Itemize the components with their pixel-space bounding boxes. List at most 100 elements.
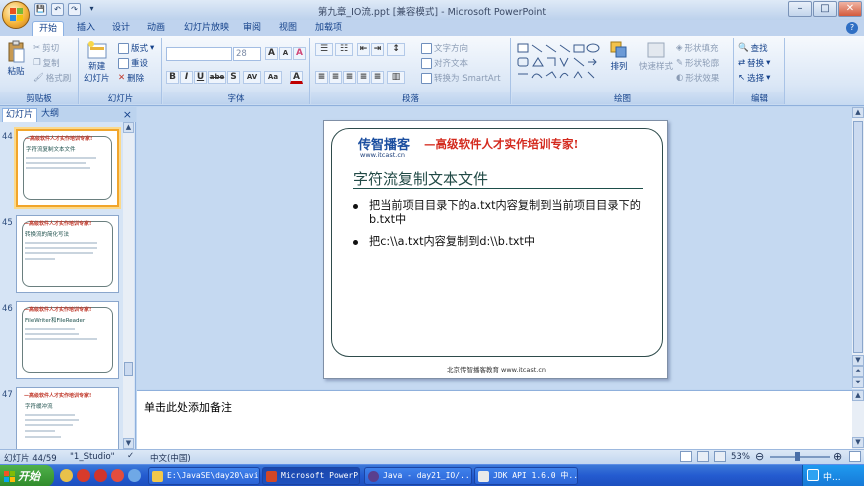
zoom-slider-thumb[interactable] bbox=[795, 452, 800, 461]
align-right-button[interactable]: ≡ bbox=[343, 71, 356, 84]
format-painter-button[interactable]: 🖌 格式刷 bbox=[33, 72, 71, 84]
notes-pane[interactable]: 单击此处添加备注 bbox=[137, 390, 852, 449]
reset-button[interactable]: 重设 bbox=[118, 57, 148, 69]
current-slide[interactable]: 传智播客 www.itcast.cn —高级软件人才实作培训专家! 字符流复制文… bbox=[323, 120, 668, 379]
font-size-combo[interactable]: 28 bbox=[233, 47, 261, 61]
scroll-up-icon[interactable]: ▲ bbox=[852, 107, 864, 118]
shape-fill-button[interactable]: ◈ 形状填充 bbox=[676, 42, 719, 54]
slide-thumbnail-45[interactable]: —高级软件人才实作培训专家! 转换流的简化写法 bbox=[16, 215, 119, 293]
normal-view-icon[interactable] bbox=[680, 451, 692, 462]
arrange-button[interactable]: 排列 bbox=[610, 41, 628, 72]
fit-to-window-icon[interactable] bbox=[849, 451, 861, 462]
taskbar-item-eclipse[interactable]: Java - day21_IO/... bbox=[364, 467, 472, 485]
underline-button[interactable]: U bbox=[194, 71, 207, 84]
scroll-down-icon[interactable]: ▼ bbox=[123, 438, 134, 449]
slide-title[interactable]: 字符流复制文本文件 bbox=[353, 168, 488, 189]
taskbar-item-powerpoint[interactable]: Microsoft PowerP... bbox=[262, 467, 360, 485]
scroll-up-icon[interactable]: ▲ bbox=[852, 390, 864, 401]
align-left-button[interactable]: ≡ bbox=[315, 71, 328, 84]
new-slide-button[interactable]: 新建 幻灯片 bbox=[84, 40, 110, 84]
slide-sorter-icon[interactable] bbox=[697, 451, 709, 462]
quicklaunch-folder-icon[interactable] bbox=[60, 469, 73, 482]
tab-design[interactable]: 设计 bbox=[112, 21, 130, 36]
slide-thumbnail-46[interactable]: —高级软件人才实作培训专家! FileWriter和FileReader bbox=[16, 301, 119, 379]
save-icon[interactable]: 💾 bbox=[34, 3, 47, 16]
zoom-out-icon[interactable]: ⊖ bbox=[755, 450, 764, 463]
strikethrough-button[interactable]: abe bbox=[208, 71, 226, 84]
text-direction-button[interactable]: 文字方向 bbox=[421, 42, 468, 54]
bold-button[interactable]: B bbox=[166, 71, 179, 84]
scroll-up-icon[interactable]: ▲ bbox=[123, 122, 134, 133]
grow-font-button[interactable]: A bbox=[265, 47, 278, 60]
close-button[interactable]: ✕ bbox=[838, 1, 862, 17]
maximize-button[interactable]: □ bbox=[813, 1, 837, 17]
shapes-gallery[interactable] bbox=[516, 42, 608, 82]
clear-format-button[interactable]: A bbox=[293, 47, 306, 60]
slide-scrollbar[interactable]: ▲ ▼ ⏶ ⏷ bbox=[852, 107, 864, 389]
numbering-button[interactable]: ☷ bbox=[335, 43, 353, 56]
start-button[interactable]: 开始 bbox=[0, 465, 54, 486]
thumbnails-scrollbar[interactable]: ▲ ▼ bbox=[123, 122, 134, 449]
scroll-down-icon[interactable]: ▼ bbox=[852, 437, 864, 448]
notes-placeholder[interactable]: 单击此处添加备注 bbox=[144, 399, 232, 415]
shape-outline-button[interactable]: ✎ 形状轮廓 bbox=[676, 57, 719, 69]
minimize-button[interactable]: – bbox=[788, 1, 812, 17]
tab-home[interactable]: 开始 bbox=[32, 21, 65, 36]
tab-slides[interactable]: 幻灯片 bbox=[2, 108, 38, 122]
tab-slideshow[interactable]: 幻灯片放映 bbox=[184, 21, 229, 36]
taskbar-item-jdk-api[interactable]: JDK API 1.6.0 中... bbox=[474, 467, 578, 485]
layout-button[interactable]: 版式 ▾ bbox=[118, 42, 154, 54]
tray-network-icon[interactable] bbox=[807, 469, 819, 481]
zoom-in-icon[interactable]: ⊕ bbox=[833, 450, 842, 463]
shrink-font-button[interactable]: A bbox=[279, 47, 292, 60]
change-case-button[interactable]: Aa bbox=[264, 71, 282, 84]
copy-button[interactable]: ❐ 复制 bbox=[33, 57, 60, 69]
undo-icon[interactable]: ↶ bbox=[51, 3, 64, 16]
align-text-button[interactable]: 对齐文本 bbox=[421, 57, 468, 69]
shadow-button[interactable]: S bbox=[227, 71, 240, 84]
columns-button[interactable]: ▥ bbox=[387, 71, 405, 84]
align-center-button[interactable]: ≡ bbox=[329, 71, 342, 84]
distributed-button[interactable]: ≡ bbox=[371, 71, 384, 84]
find-button[interactable]: 🔍 查找 bbox=[738, 42, 768, 54]
slide-bullet[interactable]: 把c:\\a.txt内容复制到d:\\b.txt中 bbox=[353, 235, 643, 249]
slide-thumbnail-47[interactable]: —高级软件人才实作培训专家! 字符缓冲流 bbox=[16, 387, 119, 449]
help-icon[interactable]: ? bbox=[846, 22, 858, 34]
delete-slide-button[interactable]: ✕ 删除 bbox=[118, 72, 144, 84]
shape-effects-button[interactable]: ◐ 形状效果 bbox=[676, 72, 719, 84]
previous-slide-icon[interactable]: ⏶ bbox=[852, 366, 864, 377]
select-button[interactable]: ↖ 选择 ▾ bbox=[738, 72, 770, 84]
scroll-thumb[interactable] bbox=[853, 121, 863, 353]
justify-button[interactable]: ≡ bbox=[357, 71, 370, 84]
paste-button[interactable]: 粘贴 bbox=[6, 40, 26, 77]
smartart-button[interactable]: 转换为 SmartArt bbox=[421, 72, 501, 84]
quicklaunch-app-icon[interactable] bbox=[128, 469, 141, 482]
slideshow-view-icon[interactable] bbox=[714, 451, 726, 462]
replace-button[interactable]: ⇄ 替换 ▾ bbox=[738, 57, 770, 69]
tab-view[interactable]: 视图 bbox=[279, 21, 297, 36]
slide-thumbnail-44[interactable]: —高级软件人才实作培训专家! 字符流复制文本文件 bbox=[16, 129, 119, 207]
quicklaunch-browser-icon[interactable] bbox=[77, 469, 90, 482]
zoom-level[interactable]: 53% bbox=[731, 452, 750, 462]
scroll-thumb[interactable] bbox=[124, 362, 133, 376]
spellcheck-icon[interactable]: ✓ bbox=[127, 451, 134, 461]
scroll-down-icon[interactable]: ▼ bbox=[852, 355, 864, 366]
taskbar-item-explorer[interactable]: E:\JavaSE\day20\avi bbox=[148, 467, 260, 485]
decrease-indent-button[interactable]: ⇤ bbox=[357, 43, 370, 56]
quick-styles-button[interactable]: 快速样式 bbox=[639, 41, 673, 72]
increase-indent-button[interactable]: ⇥ bbox=[371, 43, 384, 56]
tab-addins[interactable]: 加载项 bbox=[315, 21, 342, 36]
italic-button[interactable]: I bbox=[180, 71, 193, 84]
next-slide-icon[interactable]: ⏷ bbox=[852, 377, 864, 388]
quicklaunch-app-icon[interactable] bbox=[94, 469, 107, 482]
font-name-combo[interactable] bbox=[166, 47, 232, 61]
notes-scrollbar[interactable]: ▲ ▼ bbox=[852, 390, 864, 449]
tab-animations[interactable]: 动画 bbox=[147, 21, 165, 36]
office-button[interactable] bbox=[2, 1, 30, 29]
line-spacing-button[interactable]: ↕ bbox=[387, 43, 405, 56]
slide-bullet[interactable]: 把当前项目目录下的a.txt内容复制到当前项目目录下的b.txt中 bbox=[353, 199, 643, 227]
font-color-button[interactable]: A bbox=[290, 71, 303, 84]
tab-outline[interactable]: 大纲 bbox=[38, 108, 62, 122]
tab-insert[interactable]: 插入 bbox=[77, 21, 95, 36]
customize-qat-icon[interactable]: ▾ bbox=[85, 3, 98, 16]
